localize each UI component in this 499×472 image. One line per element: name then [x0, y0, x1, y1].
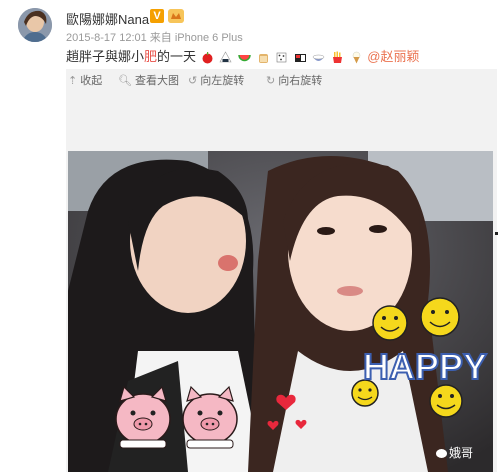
bread-emoji	[258, 54, 268, 64]
cookie-emoji	[276, 52, 287, 63]
verified-badge: V	[150, 9, 164, 23]
watermelon-emoji	[238, 54, 251, 62]
fries-emoji	[333, 51, 343, 64]
mention-link[interactable]: @赵丽颖	[367, 49, 419, 64]
post-meta: 2015-8-17 12:01 来自 iPhone 6 Plus	[66, 29, 243, 45]
happy-sticker-text: HAPPY	[363, 346, 487, 387]
post-source[interactable]: iPhone 6 Plus	[175, 32, 243, 44]
rotate-left-button[interactable]: ↺ 向左旋转	[188, 72, 244, 88]
emoji-row	[200, 49, 368, 64]
collapse-button[interactable]: ⇡ 收起	[68, 72, 102, 88]
rotate-left-icon: ↺	[188, 75, 198, 87]
ice-cream-emoji	[352, 51, 360, 64]
scroll-marker	[495, 232, 498, 235]
rice-bowl-emoji	[313, 54, 325, 62]
photo-watermark: 娥哥	[436, 444, 473, 461]
watermark-text: 娥哥	[449, 446, 474, 460]
post-text-part1: 趙胖子與娜小	[66, 49, 145, 64]
rotate-right-label: 向右旋转	[278, 75, 323, 87]
post-text-part2: 的一天	[157, 49, 197, 64]
apple-emoji	[202, 52, 213, 64]
source-prefix: 来自	[149, 32, 172, 44]
view-large-label: 查看大图	[134, 75, 179, 87]
rotate-right-button[interactable]: ↻ 向右旋转	[266, 72, 322, 88]
post-photo[interactable]: HAPPY	[68, 151, 493, 472]
rice-ball-emoji	[219, 51, 232, 63]
view-large-button[interactable]: 🔍︎ 查看大图	[118, 72, 179, 88]
collapse-label: 收起	[80, 75, 103, 87]
vip-level-icon	[168, 9, 184, 23]
magnifier-icon: 🔍︎	[118, 75, 132, 87]
rotate-left-label: 向左旋转	[200, 75, 245, 87]
weibo-post: 歐陽娜娜Nana V 2015-8-17 12:01 来自 iPhone 6 P…	[0, 0, 499, 70]
username[interactable]: 歐陽娜娜Nana	[66, 9, 149, 28]
post-text: 趙胖子與娜小肥的一天 @赵丽颖	[66, 46, 420, 65]
avatar[interactable]	[18, 8, 52, 42]
rotate-right-icon: ↻	[266, 75, 276, 87]
collapse-up-icon: ⇡	[68, 75, 78, 87]
wechat-icon	[436, 449, 447, 459]
bento-emoji	[294, 54, 306, 63]
post-text-highlight: 肥	[144, 49, 158, 64]
post-timestamp[interactable]: 2015-8-17 12:01	[66, 32, 147, 44]
